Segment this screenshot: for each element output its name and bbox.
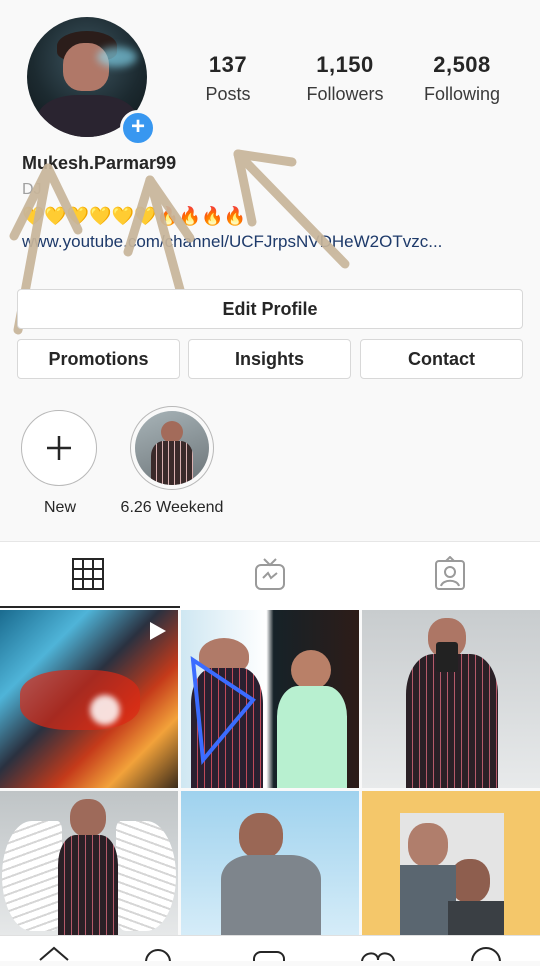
- post-thumbnail[interactable]: [0, 610, 178, 788]
- posts-label: Posts: [205, 84, 251, 104]
- highlight-label: 6.26 Weekend: [120, 499, 224, 516]
- profile-tab-icon: [471, 947, 501, 966]
- home-icon: [39, 946, 69, 961]
- grid-icon[interactable]: [70, 556, 106, 592]
- bottom-nav: [0, 935, 540, 966]
- insights-button[interactable]: Insights: [188, 339, 351, 379]
- search-icon: [145, 949, 171, 966]
- followers-count[interactable]: 1,150 Followers: [285, 52, 405, 105]
- edit-profile-button[interactable]: Edit Profile: [17, 289, 523, 329]
- bottom-nav-icons: [39, 946, 501, 966]
- plus-icon: [47, 436, 71, 460]
- following-count[interactable]: 2,508 Following: [402, 52, 522, 105]
- tagged-icon[interactable]: [432, 555, 468, 592]
- highlight-cover: [135, 411, 209, 485]
- post-thumbnail[interactable]: [181, 791, 359, 935]
- video-icon: [150, 622, 166, 640]
- highlight-6-26-weekend[interactable]: [130, 406, 214, 490]
- contact-button[interactable]: Contact: [360, 339, 523, 379]
- new-highlight-label: New: [43, 499, 76, 516]
- followers-value: 1,150: [316, 52, 374, 77]
- post-thumbnail[interactable]: [181, 610, 359, 788]
- followers-label: Followers: [306, 84, 384, 104]
- posts-value: 137: [208, 52, 248, 77]
- posts-count[interactable]: 137 Posts: [168, 52, 288, 105]
- post-thumbnail[interactable]: [362, 610, 540, 788]
- following-value: 2,508: [433, 52, 491, 77]
- igtv-icon[interactable]: [252, 556, 288, 592]
- active-tab-indicator: [0, 606, 180, 608]
- post-thumbnail[interactable]: [362, 791, 540, 935]
- following-label: Following: [423, 84, 501, 104]
- new-highlight-button[interactable]: [21, 410, 97, 486]
- promotions-button[interactable]: Promotions: [17, 339, 180, 379]
- post-thumbnail[interactable]: [0, 791, 178, 935]
